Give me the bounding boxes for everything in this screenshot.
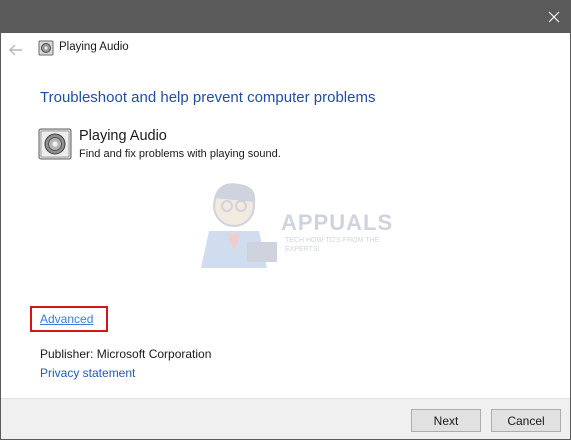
footer-bar: Next Cancel <box>1 398 570 439</box>
back-arrow-icon <box>9 44 22 56</box>
back-button[interactable] <box>5 39 27 61</box>
troubleshooter-window: Playing Audio Troubleshoot and help prev… <box>0 0 571 440</box>
advanced-link[interactable]: Advanced <box>40 312 93 326</box>
window-title: Playing Audio <box>59 41 129 53</box>
publisher-text: Publisher: Microsoft Corporation <box>40 347 212 361</box>
close-button[interactable] <box>536 1 570 33</box>
title-bar <box>1 1 570 33</box>
watermark-tagline: TECH HOW-TO'S FROM THE EXPERTS! <box>285 237 380 253</box>
troubleshooter-description: Find and fix problems with playing sound… <box>79 148 281 160</box>
speaker-icon <box>38 128 72 160</box>
mascot-logo <box>201 183 277 268</box>
next-button[interactable]: Next <box>411 409 481 432</box>
header-bar: Playing Audio <box>1 33 570 66</box>
watermark-brand: APPUALS <box>281 210 394 235</box>
page-heading: Troubleshoot and help prevent computer p… <box>40 89 376 106</box>
speaker-icon <box>38 40 54 56</box>
appuals-watermark: APPUALS TECH HOW-TO'S FROM THE EXPERTS! <box>189 176 392 271</box>
privacy-statement-link[interactable]: Privacy statement <box>40 366 135 380</box>
troubleshooter-title: Playing Audio <box>79 128 167 144</box>
cancel-button[interactable]: Cancel <box>491 409 561 432</box>
close-icon <box>548 11 560 23</box>
